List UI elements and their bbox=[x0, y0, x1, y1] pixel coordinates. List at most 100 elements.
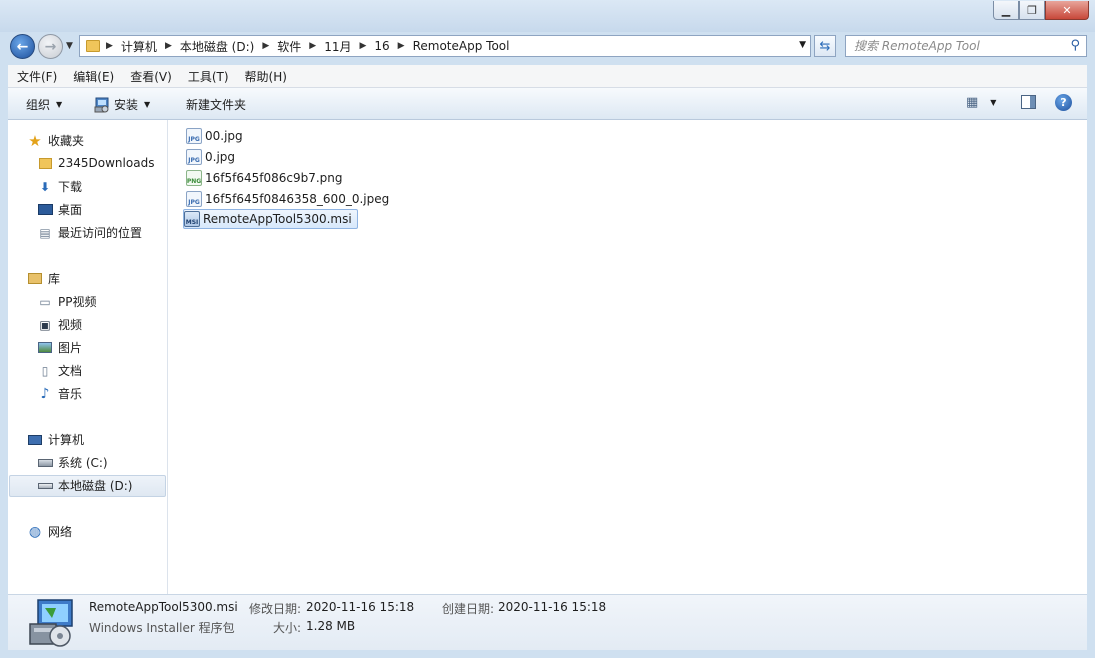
help-icon: ? bbox=[1060, 96, 1067, 109]
details-modified-label: 修改日期: bbox=[249, 602, 302, 616]
library-icon bbox=[27, 271, 43, 287]
menu-edit[interactable]: 编辑(E) bbox=[73, 68, 114, 85]
file-name: 00.jpg bbox=[205, 129, 243, 143]
nav-item-music[interactable]: ♪ 音乐 bbox=[37, 385, 82, 402]
caret-down-icon: ▼ bbox=[56, 100, 63, 109]
nav-network[interactable]: ◍ 网络 bbox=[27, 523, 72, 540]
file-name: 16f5f645f086c9b7.png bbox=[205, 171, 343, 185]
nav-libraries[interactable]: 库 bbox=[27, 270, 60, 287]
nav-item-documents[interactable]: ▯ 文档 bbox=[37, 362, 82, 379]
breadcrumb-november[interactable]: 11月 ▶ bbox=[324, 38, 374, 55]
nav-item-label: 文档 bbox=[58, 364, 83, 378]
organize-button[interactable]: 组织 ▼ bbox=[26, 96, 62, 113]
breadcrumb-software[interactable]: 软件 ▶ bbox=[277, 38, 324, 55]
document-icon: ▯ bbox=[41, 363, 49, 378]
nav-item-recent-places[interactable]: ▤ 最近访问的位置 bbox=[37, 224, 142, 241]
jpeg-file-icon: JPG bbox=[186, 128, 202, 144]
nav-libraries-label: 库 bbox=[48, 272, 61, 286]
search-icon[interactable]: ⚲ bbox=[1070, 38, 1080, 53]
maximize-button[interactable]: ❐ bbox=[1019, 1, 1045, 20]
search-box[interactable]: ⚲ bbox=[845, 35, 1087, 57]
file-item[interactable]: JPG 16f5f645f0846358_600_0.jpeg bbox=[186, 189, 394, 209]
nav-computer-label: 计算机 bbox=[48, 433, 85, 447]
nav-item-pp-video[interactable]: ▭ PP视频 bbox=[37, 293, 96, 310]
folder-icon bbox=[86, 40, 100, 52]
breadcrumb-computer[interactable]: 计算机 ▶ bbox=[121, 38, 180, 55]
file-name: RemoteAppTool5300.msi bbox=[203, 212, 352, 226]
nav-item-drive-d[interactable]: 本地磁盘 (D:) bbox=[37, 477, 132, 494]
nav-item-label: 视频 bbox=[58, 318, 83, 332]
picture-icon bbox=[37, 340, 53, 356]
change-view-button[interactable]: ▦ ▼ bbox=[966, 95, 996, 110]
nav-favorites[interactable]: ★ 收藏夹 bbox=[27, 132, 84, 150]
organize-label: 组织 bbox=[26, 98, 51, 112]
music-note-icon: ♪ bbox=[40, 385, 50, 402]
nav-item-label: 系统 (C:) bbox=[58, 456, 108, 470]
minimize-button[interactable]: ▁ bbox=[993, 1, 1019, 20]
nav-item-label: PP视频 bbox=[58, 295, 97, 309]
menu-help[interactable]: 帮助(H) bbox=[245, 68, 287, 85]
download-folder-icon: ⬇ bbox=[39, 179, 51, 194]
caret-down-icon: ▼ bbox=[990, 98, 997, 107]
menu-file[interactable]: 文件(F) bbox=[17, 68, 57, 85]
file-item-selected[interactable]: MSI RemoteAppTool5300.msi bbox=[183, 209, 358, 229]
nav-item-drive-c[interactable]: 系统 (C:) bbox=[37, 454, 108, 471]
nav-item-desktop[interactable]: 桌面 bbox=[37, 201, 82, 218]
nav-item-pictures[interactable]: 图片 bbox=[37, 339, 82, 356]
command-bar: 组织 ▼ 安装 ▼ 新建文件夹 ▦ ▼ ? bbox=[8, 88, 1087, 120]
recent-places-icon: ▤ bbox=[39, 225, 51, 240]
breadcrumb-16[interactable]: 16 ▶ bbox=[374, 39, 412, 53]
desktop-icon bbox=[37, 202, 53, 218]
system-drive-icon bbox=[37, 455, 53, 471]
file-item[interactable]: JPG 00.jpg bbox=[186, 126, 248, 146]
address-bar[interactable]: ▶ 计算机 ▶ 本地磁盘 (D:) ▶ 软件 ▶ 11月 ▶ 16 ▶ RemoteApp… bbox=[79, 35, 811, 57]
nav-item-label: 图片 bbox=[58, 341, 83, 355]
refresh-icon: ⇆ bbox=[819, 38, 831, 54]
file-item[interactable]: JPG 0.jpg bbox=[186, 147, 240, 167]
details-file-name: RemoteAppTool5300.msi bbox=[89, 600, 238, 614]
refresh-button[interactable]: ⇆ bbox=[814, 35, 836, 57]
menu-view[interactable]: 查看(V) bbox=[130, 68, 172, 85]
nav-item-label: 最近访问的位置 bbox=[58, 226, 143, 240]
nav-item-label: 桌面 bbox=[58, 203, 83, 217]
nav-item-label: 音乐 bbox=[58, 387, 83, 401]
forward-button[interactable]: → bbox=[38, 34, 63, 59]
details-size-label: 大小: bbox=[273, 621, 302, 635]
breadcrumb-root-arrow[interactable]: ▶ bbox=[106, 41, 121, 51]
png-file-icon: PNG bbox=[186, 170, 202, 186]
installer-icon bbox=[94, 97, 109, 112]
preview-pane-button[interactable] bbox=[1021, 95, 1036, 109]
recent-pages-dropdown[interactable]: ▼ bbox=[66, 41, 73, 51]
file-name: 16f5f645f0846358_600_0.jpeg bbox=[205, 192, 390, 206]
details-pane: RemoteAppTool5300.msi Windows Installer … bbox=[8, 594, 1087, 650]
nav-item-videos[interactable]: ▣ 视频 bbox=[37, 316, 82, 333]
network-icon: ◍ bbox=[28, 523, 42, 540]
address-history-dropdown[interactable]: ▼ bbox=[799, 40, 806, 50]
menu-tools[interactable]: 工具(T) bbox=[188, 68, 229, 85]
new-folder-button[interactable]: 新建文件夹 bbox=[186, 96, 246, 113]
arrow-left-icon: ← bbox=[16, 38, 29, 55]
document-icon: ▭ bbox=[39, 294, 51, 309]
window-controls: ▁ ❐ ✕ bbox=[993, 1, 1089, 20]
install-button[interactable]: 安装 ▼ bbox=[94, 96, 150, 113]
nav-item-2345downloads[interactable]: 2345Downloads bbox=[37, 155, 154, 171]
hard-drive-icon bbox=[37, 478, 53, 494]
details-size-value: 1.28 MB bbox=[306, 619, 356, 633]
nav-item-downloads[interactable]: ⬇ 下载 bbox=[37, 178, 82, 195]
file-name: 0.jpg bbox=[205, 150, 236, 164]
close-button[interactable]: ✕ bbox=[1045, 1, 1089, 20]
breadcrumb-remoteapp-tool[interactable]: RemoteApp Tool bbox=[413, 39, 510, 53]
search-input[interactable] bbox=[854, 39, 1054, 53]
film-icon: ▣ bbox=[39, 317, 51, 332]
navigation-pane: ★ 收藏夹 2345Downloads ⬇ 下载 桌面 ▤ 最近访问的位置 库 … bbox=[8, 120, 168, 594]
breadcrumb-drive-d[interactable]: 本地磁盘 (D:) ▶ bbox=[180, 38, 277, 55]
caret-down-icon: ▼ bbox=[144, 100, 151, 109]
back-button[interactable]: ← bbox=[10, 34, 35, 59]
nav-item-label: 本地磁盘 (D:) bbox=[58, 479, 133, 493]
install-label: 安装 bbox=[114, 98, 139, 112]
help-button[interactable]: ? bbox=[1055, 94, 1072, 111]
nav-computer[interactable]: 计算机 bbox=[27, 431, 84, 448]
file-item[interactable]: PNG 16f5f645f086c9b7.png bbox=[186, 168, 348, 188]
folder-icon bbox=[37, 155, 53, 171]
new-folder-label: 新建文件夹 bbox=[186, 98, 247, 112]
